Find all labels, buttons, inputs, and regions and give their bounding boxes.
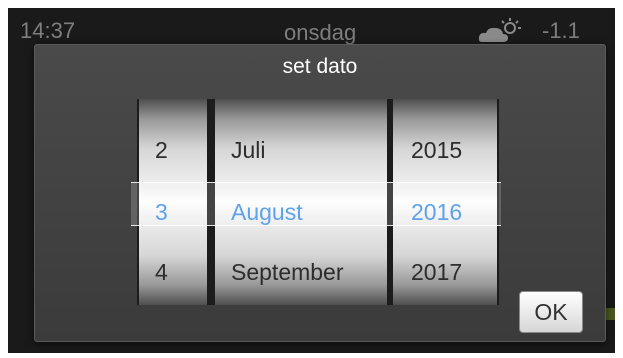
year-option[interactable]: 2017 (393, 259, 497, 286)
year-option-selected[interactable]: 2016 (393, 199, 497, 226)
weather-widget: -1.1 (476, 18, 580, 44)
month-wheel[interactable]: Juli August September (213, 99, 389, 305)
day-wheel[interactable]: 2 3 4 (137, 99, 209, 305)
clock-time: 14:37 (20, 18, 76, 43)
partly-cloudy-icon (478, 18, 521, 42)
weekday-label: onsdag (284, 20, 357, 45)
temperature-value: -1.1 (542, 18, 580, 43)
month-option-selected[interactable]: August (215, 199, 387, 226)
year-option[interactable]: 2015 (393, 137, 497, 164)
day-option[interactable]: 2 (139, 137, 207, 164)
dialog-title: set dato (282, 55, 358, 78)
set-date-dialog: set dato 2 3 4 Juli August September 201… (34, 44, 606, 342)
date-picker: 2 3 4 Juli August September 2015 2016 20… (137, 99, 499, 305)
month-option[interactable]: September (215, 259, 387, 286)
status-bar: 14:37 onsdag -1.1 (8, 8, 615, 45)
day-option[interactable]: 4 (139, 259, 207, 286)
day-option-selected[interactable]: 3 (139, 199, 207, 226)
ok-button[interactable]: OK (519, 291, 583, 333)
year-wheel[interactable]: 2015 2016 2017 (391, 99, 499, 305)
month-option[interactable]: Juli (215, 137, 387, 164)
